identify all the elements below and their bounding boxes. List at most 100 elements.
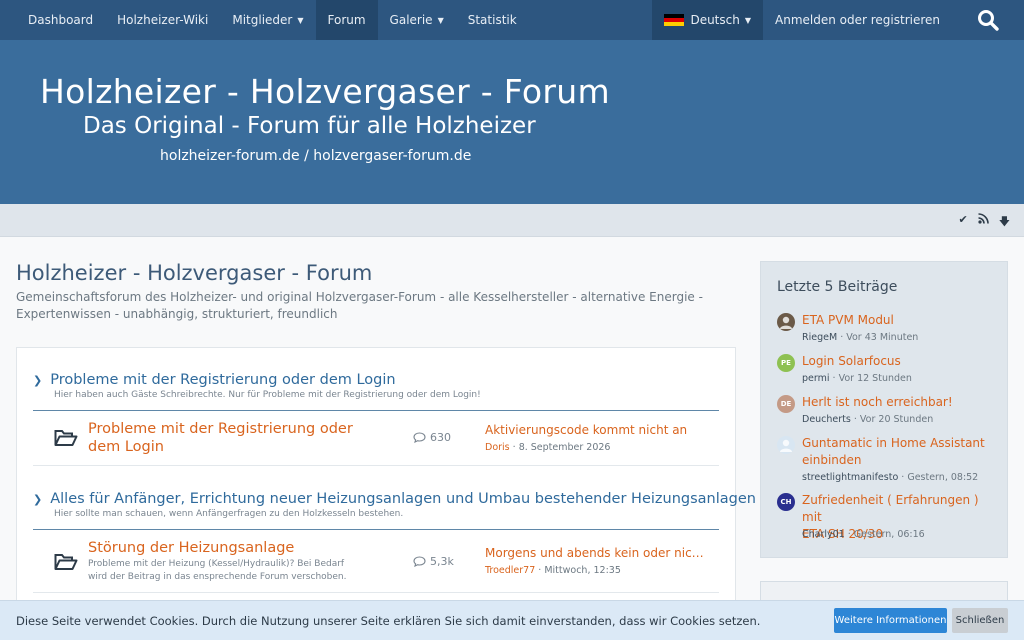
last-post: Morgens und abends kein oder nicht … Tro… [485,546,705,576]
post-count: 5,3k [413,555,454,568]
avatar[interactable]: CH [777,493,795,511]
last-post-title[interactable]: Morgens und abends kein oder nicht … [485,546,705,560]
board-description: Probleme mit der Heizung (Kessel/Hydraul… [88,558,346,584]
latest-post-title-line: ETA PVM Modul [802,313,894,327]
last-post: Aktivierungscode kommt nicht an Doris · … [485,423,705,453]
nav-label: Galerie [389,13,433,27]
cookie-notice: Diese Seite verwendet Cookies. Durch die… [0,600,1024,640]
page-title: Holzheizer - Holzvergaser - Forum [16,261,373,285]
cookie-text: Diese Seite verwendet Cookies. Durch die… [16,614,761,628]
divider [33,410,719,411]
rss-icon[interactable] [978,213,989,232]
widget-title: Letzte 5 Beiträge [777,279,898,295]
board-description-line: wird der Beitrag in das ensprechende For… [88,572,347,582]
main-content: Holzheizer - Holzvergaser - Forum Gemein… [0,237,1024,640]
latest-post-time: Gestern, 08:52 [907,472,979,483]
nav-label: Holzheizer-Wiki [117,13,209,27]
category-header: ❯ Alles für Anfänger, Errichtung neuer He… [33,491,756,519]
nav-dashboard[interactable]: Dashboard [16,0,105,40]
nav-label: Dashboard [28,13,94,27]
post-count-value: 630 [430,431,451,444]
latest-post-title-line: Login Solarfocus [802,354,901,368]
divider [33,465,719,466]
avatar[interactable] [777,436,795,454]
avatar[interactable]: PE [777,354,795,372]
arrow-down-icon[interactable]: 🡇 [999,213,1010,232]
check-icon[interactable]: ✔ [958,213,967,232]
language-label: Deutsch [690,13,740,27]
nav-label: Forum [327,13,366,27]
avatar[interactable] [777,313,795,331]
latest-post-title-line: Zufriedenheit ( Erfahrungen ) mit [802,493,979,524]
latest-post-user[interactable]: streetlightmanifesto [802,472,898,483]
logo-domains: holzheizer-forum.de / holzvergaser-forum… [160,148,472,164]
last-post-time[interactable]: Mittwoch, 12:35 [544,565,621,576]
language-selector[interactable]: Deutsch ▼ [652,0,763,40]
latest-post-title-line: Guntamatic in Home Assistant [802,436,985,450]
folder-open-icon [54,430,78,446]
latest-post-title[interactable]: ETA PVM Modul [802,312,1002,329]
comment-icon [413,556,426,567]
search-button[interactable] [952,0,1024,40]
comment-icon [413,432,426,443]
category-header: ❯ Probleme mit der Registrierung oder dem… [33,372,719,400]
last-post-user[interactable]: Troedler77 [485,565,535,576]
board-title[interactable]: Störung der Heizungsanlage [88,539,294,557]
last-post-title[interactable]: Aktivierungscode kommt nicht an [485,423,705,437]
latest-post-time: Vor 20 Stunden [859,414,934,425]
board-title-line: Probleme mit der Registrierung oder [88,421,353,437]
category-title[interactable]: Alles für Anfänger, Errichtung neuer Hei… [50,491,756,507]
latest-post-title-line: Herlt ist noch erreichbar! [802,395,953,409]
login-link[interactable]: Anmelden oder registrieren [763,0,952,40]
sub-navigation: ✔ 🡇 [0,204,1024,237]
chevron-down-icon: ▼ [744,15,751,25]
avatar[interactable]: DE [777,395,795,413]
nav-forum[interactable]: Forum [315,0,378,40]
nav-wiki[interactable]: Holzheizer-Wiki [105,0,220,40]
main-menu: Dashboard Holzheizer-Wiki Mitglieder ▼ Fo… [16,0,529,40]
latest-post-time: Vor 12 Stunden [838,373,912,384]
board-description-line: Probleme mit der Heizung (Kessel/Hydraul… [88,559,345,569]
chevron-down-icon: ▼ [297,15,304,25]
latest-posts-widget: Letzte 5 Beiträge ETA PVM Modul RiegeM ·… [760,261,1008,558]
last-post-user[interactable]: Doris [485,442,510,453]
top-navigation: Dashboard Holzheizer-Wiki Mitglieder ▼ Fo… [0,0,1024,40]
latest-post-time: Gestern, 06:16 [853,529,925,540]
latest-post-meta: Charly01 · Gestern, 06:16 [802,529,925,540]
latest-post-user[interactable]: Deucherts [802,414,851,425]
latest-post-title[interactable]: Herlt ist noch erreichbar! [802,394,1002,411]
category-description: Hier haben auch Gäste Schreibrechte. Nur… [54,390,481,400]
nav-members[interactable]: Mitglieder ▼ [220,0,315,40]
divider [33,592,719,593]
nav-label: Mitglieder [232,13,293,27]
nav-gallery[interactable]: Galerie ▼ [378,0,456,40]
latest-post-user[interactable]: RiegeM [802,332,837,343]
login-label: Anmelden oder registrieren [775,13,940,27]
latest-post-title[interactable]: Guntamatic in Home Assistant einbinden [802,435,1002,469]
logo-title[interactable]: Holzheizer - Holzvergaser - Forum [40,72,610,111]
latest-post-meta: permi · Vor 12 Stunden [802,373,912,384]
board-title-line: dem Login [88,439,164,455]
last-post-time[interactable]: 8. September 2026 [519,442,611,453]
chevron-down-icon[interactable]: ❯ [33,374,42,387]
latest-post-title[interactable]: Login Solarfocus [802,353,1002,370]
site-header: Holzheizer - Holzvergaser - Forum Das Or… [0,40,1024,204]
close-cookie-button[interactable]: Schließen [952,608,1008,633]
german-flag-icon [664,13,685,27]
nav-label: Statistik [467,13,517,27]
latest-post-meta: streetlightmanifesto · Gestern, 08:52 [802,472,979,483]
forum-list: ❯ Probleme mit der Registrierung oder dem… [16,347,756,640]
latest-post-user[interactable]: Charly01 [802,529,845,540]
latest-post-meta: RiegeM · Vor 43 Minuten [802,332,919,343]
divider [33,529,719,530]
nav-statistics[interactable]: Statistik [456,0,529,40]
chevron-down-icon[interactable]: ❯ [33,493,42,506]
last-post-meta: Doris · 8. September 2026 [485,442,611,453]
more-info-button[interactable]: Weitere Informationen [834,608,947,633]
board-title[interactable]: Probleme mit der Registrierung oder dem … [88,420,353,456]
latest-post-title-line: einbinden [802,453,862,467]
latest-post-user[interactable]: permi [802,373,830,384]
last-post-meta: Troedler77 · Mittwoch, 12:35 [485,565,621,576]
latest-post-meta: Deucherts · Vor 20 Stunden [802,414,934,425]
category-title[interactable]: Probleme mit der Registrierung oder dem … [50,372,395,388]
